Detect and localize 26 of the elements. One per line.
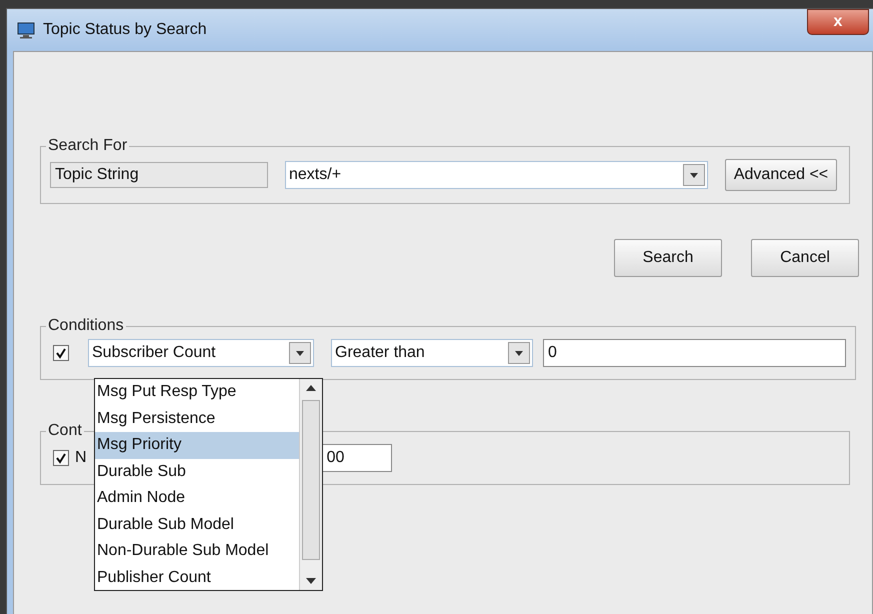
topic-string-label: Topic String [50,162,268,188]
checkbox[interactable] [53,450,69,466]
search-button[interactable]: Search [614,239,722,277]
dropdown-item[interactable]: Msg Persistence [95,406,299,432]
scrollbar[interactable] [299,379,322,590]
scroll-thumb[interactable] [302,400,320,560]
group-legend: Search For [46,137,130,155]
monitor-icon [17,21,35,39]
group-legend: Conditions [46,317,126,335]
dropdown-item[interactable]: Msg Priority [95,432,299,458]
dropdown-item[interactable]: Msg Put Resp Type [95,379,299,406]
cancel-button[interactable]: Cancel [751,239,859,277]
dropdown-item[interactable]: Non-Durable Sub Model [95,538,299,564]
value-field[interactable]: 0 [543,339,846,367]
dropdown-item[interactable]: Durable Sub [95,458,299,485]
topic-combo-box[interactable]: nexts/+ [285,161,708,189]
operator-combo-box[interactable]: Greater than [331,339,533,367]
option-label: N [75,449,87,467]
window-title: Topic Status by Search [43,21,207,39]
advanced-button[interactable]: Advanced << [725,159,837,191]
checkbox[interactable] [53,345,69,361]
dropdown-item[interactable]: Publisher Count [95,564,299,591]
attribute-combo-box[interactable]: Subscriber Count [88,339,314,367]
dropdown-item[interactable]: Admin Node [95,485,299,512]
group-legend: Cont [46,422,84,440]
dropdown-item[interactable]: Durable Sub Model [95,512,299,538]
